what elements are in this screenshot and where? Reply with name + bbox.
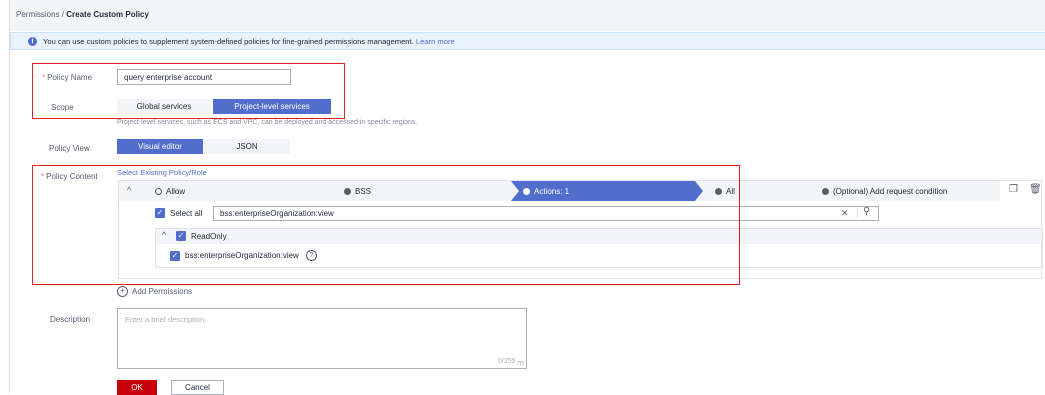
add-permissions-button[interactable]: + Add Permissions [117, 286, 192, 297]
top-bar: Permissions / Create Custom Policy [10, 0, 1045, 31]
description-placeholder: Enter a brief description. [125, 315, 207, 324]
copy-icon[interactable]: ❐ [1009, 184, 1018, 195]
breadcrumb-current: Create Custom Policy [66, 10, 149, 19]
description-textarea[interactable]: Enter a brief description. ⅿ [117, 308, 527, 369]
delete-icon[interactable]: 🗑 [1029, 184, 1042, 195]
page: Permissions / Create Custom Policy i You… [9, 0, 1045, 395]
highlight-box-policy-content [32, 165, 740, 285]
cancel-button[interactable]: Cancel [171, 380, 224, 395]
clear-icon[interactable]: ✕ [841, 208, 849, 219]
resize-handle-icon[interactable]: ⅿ [517, 359, 524, 367]
info-message: You can use custom policies to supplemen… [43, 37, 414, 46]
view-json[interactable]: JSON [204, 139, 290, 154]
step-request-condition[interactable]: (Optional) Add request condition [822, 181, 992, 201]
learn-more-link[interactable]: Learn more [416, 37, 455, 46]
highlight-box-name-scope [32, 63, 345, 119]
description-label: Description [50, 315, 91, 324]
policy-view-label: Policy View [49, 144, 90, 153]
info-text: You can use custom policies to supplemen… [43, 37, 455, 46]
search-icon[interactable]: ⚲ [863, 206, 870, 217]
clock-icon [822, 187, 829, 195]
description-counter: 0/255 [498, 358, 516, 365]
breadcrumb: Permissions / Create Custom Policy [16, 10, 149, 19]
ok-button[interactable]: OK [117, 380, 157, 395]
info-icon: i [28, 37, 37, 46]
scope-hint: Project-level services, such as ECS and … [117, 119, 418, 126]
breadcrumb-parent-link[interactable]: Permissions [16, 10, 60, 19]
plus-circle-icon: + [117, 286, 128, 297]
view-visual-editor[interactable]: Visual editor [117, 139, 203, 154]
info-banner: i You can use custom policies to supplem… [10, 32, 1045, 50]
divider [857, 208, 858, 218]
